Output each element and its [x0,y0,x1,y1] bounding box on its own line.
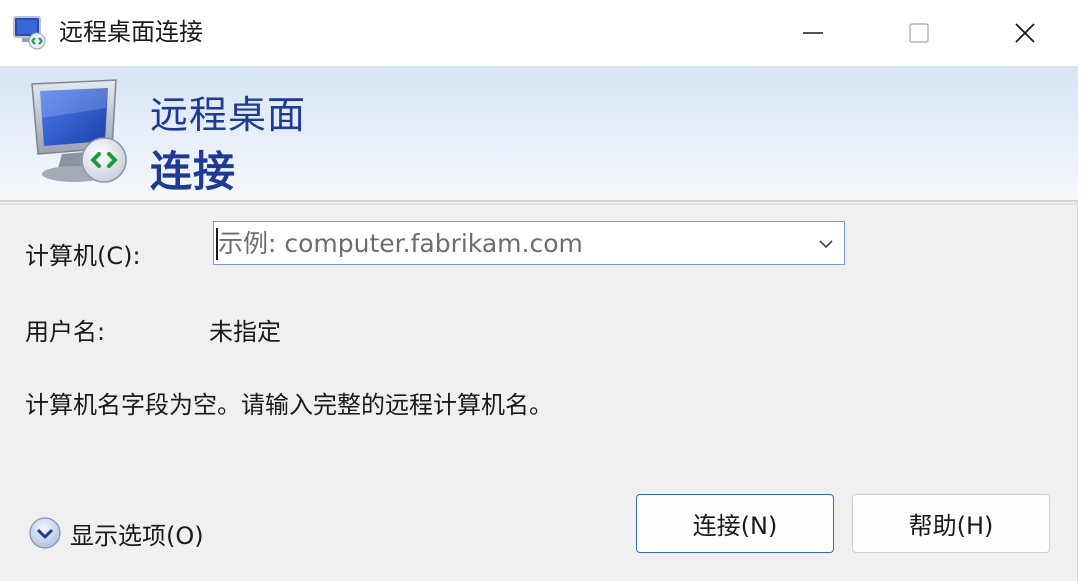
close-button[interactable] [972,0,1078,66]
remote-desktop-icon [13,16,46,50]
status-message: 计算机名字段为空。请输入完整的远程计算机名。 [25,391,553,419]
chevron-down-icon[interactable] [816,234,836,254]
header-banner: 远程桌面 连接 [0,66,1078,205]
maximize-icon [909,23,929,43]
show-options-toggle[interactable]: 显示选项(O) [28,515,204,551]
computer-input[interactable] [214,222,804,264]
computer-combobox[interactable] [213,221,845,265]
title-bar[interactable]: 远程桌面连接 [0,0,1078,66]
desktop-background [1078,0,1082,581]
expand-circle-icon [29,517,61,549]
maximize-button[interactable] [866,0,972,66]
username-label: 用户名: [25,318,106,346]
close-icon [1015,23,1035,43]
banner-title-line2: 连接 [150,147,237,196]
help-button[interactable]: 帮助(H) [852,494,1050,553]
username-value: 未指定 [209,318,281,346]
banner-title-line1: 远程桌面 [150,93,307,137]
monitor-connection-icon [31,79,127,183]
connect-button[interactable]: 连接(N) [636,494,834,553]
window-title: 远程桌面连接 [59,18,203,46]
minimize-button[interactable] [760,0,866,66]
show-options-label: 显示选项(O) [70,521,204,550]
minimize-icon [803,32,823,34]
remote-desktop-window: 远程桌面连接 远程桌面 连接 计算机(C): 示例: computer.fabr… [0,0,1078,581]
computer-label: 计算机(C): [25,242,141,270]
